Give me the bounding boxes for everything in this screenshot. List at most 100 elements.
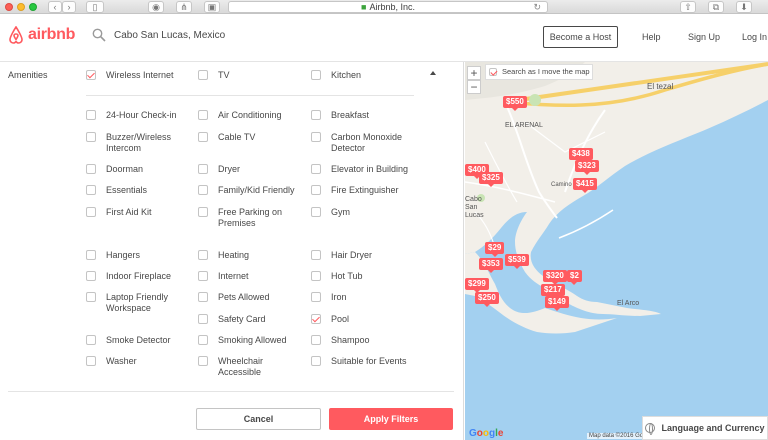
amenity-checkbox[interactable] [86, 292, 96, 302]
amenity-checkbox[interactable] [86, 110, 96, 120]
price-pin[interactable]: $415 [573, 178, 597, 193]
amenity-option[interactable]: Wheelchair Accessible [198, 356, 298, 378]
map-view[interactable]: + − Search as I move the map El tezal EL… [465, 62, 768, 440]
amenity-checkbox[interactable] [86, 335, 96, 345]
amenity-option[interactable]: Pets Allowed [198, 292, 298, 303]
price-pin[interactable]: $299 [465, 278, 489, 293]
amenity-checkbox[interactable] [198, 164, 208, 174]
price-pin[interactable]: $323 [575, 160, 599, 175]
collapse-caret-icon[interactable] [430, 71, 436, 75]
amenity-option[interactable]: Internet [198, 271, 298, 282]
amenity-option[interactable]: Elevator in Building [311, 164, 421, 175]
amenity-option[interactable]: Breakfast [311, 110, 421, 121]
amenity-checkbox[interactable] [86, 356, 96, 366]
amenity-option[interactable]: Kitchen [311, 70, 421, 81]
amenity-checkbox[interactable] [198, 185, 208, 195]
amenity-option[interactable]: Indoor Fireplace [86, 271, 186, 282]
price-pin[interactable]: $250 [475, 292, 499, 307]
amenity-checkbox[interactable] [311, 207, 321, 217]
share-icon[interactable]: ⇧ [680, 1, 696, 13]
login-link[interactable]: Log In [742, 32, 767, 42]
amenity-checkbox[interactable] [86, 185, 96, 195]
amenity-checkbox[interactable] [198, 132, 208, 142]
amenity-option[interactable]: Gym [311, 207, 421, 218]
amenity-option[interactable]: Hot Tub [311, 271, 421, 282]
amenity-option[interactable]: Hangers [86, 250, 186, 261]
price-pin[interactable]: $2 [567, 270, 582, 285]
amenity-option[interactable]: Fire Extinguisher [311, 185, 421, 196]
language-currency-button[interactable]: Language and Currency [642, 416, 768, 440]
amenity-option[interactable]: Wireless Internet [86, 70, 196, 81]
amenity-checkbox[interactable] [311, 250, 321, 260]
amenity-checkbox[interactable] [198, 271, 208, 281]
pinterest-icon[interactable]: ◉ [148, 1, 164, 13]
sidebar-icon[interactable]: ▯ [86, 1, 104, 13]
back-icon[interactable]: ‹ [48, 1, 62, 13]
amenity-option[interactable]: Smoke Detector [86, 335, 186, 346]
search-input[interactable]: Cabo San Lucas, Mexico [114, 30, 225, 41]
amenity-option[interactable]: Pool [311, 314, 421, 325]
amenity-option[interactable]: Essentials [86, 185, 186, 196]
amenity-option[interactable]: Hair Dryer [311, 250, 421, 261]
amenity-option[interactable]: Dryer [198, 164, 298, 175]
extension-icon[interactable]: ⋔ [176, 1, 192, 13]
amenity-option[interactable]: Family/Kid Friendly [198, 185, 298, 196]
reload-icon[interactable]: ↻ [533, 2, 541, 12]
price-pin[interactable]: $353 [479, 258, 503, 273]
price-pin[interactable]: $539 [505, 254, 529, 269]
amenity-option[interactable]: Buzzer/Wireless Intercom [86, 132, 186, 154]
amenity-option[interactable]: Smoking Allowed [198, 335, 298, 346]
amenity-option[interactable]: Air Conditioning [198, 110, 298, 121]
amenity-option[interactable]: Shampoo [311, 335, 421, 346]
amenity-checkbox[interactable] [311, 356, 321, 366]
forward-icon[interactable]: › [62, 1, 76, 13]
zoom-in-button[interactable]: + [467, 66, 481, 80]
signup-link[interactable]: Sign Up [688, 32, 720, 42]
amenity-checkbox[interactable] [86, 207, 96, 217]
amenity-checkbox[interactable] [198, 207, 208, 217]
search-as-move-toggle[interactable]: Search as I move the map [485, 64, 593, 80]
amenity-option[interactable]: Suitable for Events [311, 356, 421, 367]
location-search[interactable]: Cabo San Lucas, Mexico [92, 28, 225, 42]
amenity-checkbox[interactable] [311, 335, 321, 345]
google-logo[interactable]: Google [469, 428, 503, 439]
downloads-icon[interactable]: ⬇ [736, 1, 752, 13]
apply-filters-button[interactable]: Apply Filters [329, 408, 453, 430]
amenity-checkbox[interactable] [86, 132, 96, 142]
help-link[interactable]: Help [642, 32, 661, 42]
amenity-option[interactable]: Washer [86, 356, 186, 367]
price-pin[interactable]: $149 [545, 296, 569, 311]
amenity-checkbox[interactable] [311, 292, 321, 302]
price-pin[interactable]: $438 [569, 148, 593, 163]
zoom-out-button[interactable]: − [467, 80, 481, 94]
price-pin[interactable]: $29 [485, 242, 505, 257]
amenity-checkbox[interactable] [198, 314, 208, 324]
price-pin[interactable]: $550 [503, 96, 527, 111]
price-pin[interactable]: $325 [479, 172, 503, 187]
price-pin[interactable]: $217 [541, 284, 565, 299]
amenity-checkbox[interactable] [311, 70, 321, 80]
close-window-button[interactable] [5, 3, 13, 11]
amenity-checkbox[interactable] [198, 335, 208, 345]
amenity-checkbox[interactable] [198, 250, 208, 260]
amenity-checkbox[interactable] [86, 271, 96, 281]
search-as-move-checkbox[interactable] [489, 68, 497, 76]
amenity-checkbox[interactable] [198, 70, 208, 80]
amenity-checkbox[interactable] [86, 250, 96, 260]
amenity-option[interactable]: Laptop Friendly Workspace [86, 292, 186, 314]
amenity-checkbox[interactable] [198, 356, 208, 366]
amenity-checkbox[interactable] [86, 70, 96, 80]
become-host-button[interactable]: Become a Host [543, 26, 618, 48]
minimize-window-button[interactable] [17, 3, 25, 11]
amenity-option[interactable]: Doorman [86, 164, 186, 175]
amenity-checkbox[interactable] [311, 110, 321, 120]
amenity-checkbox[interactable] [311, 271, 321, 281]
zoom-window-button[interactable] [29, 3, 37, 11]
amenity-checkbox[interactable] [311, 314, 321, 324]
amenity-checkbox[interactable] [311, 132, 321, 142]
amenity-option[interactable]: Carbon Monoxide Detector [311, 132, 421, 154]
cancel-button[interactable]: Cancel [196, 408, 321, 430]
airbnb-logo[interactable]: airbnb [8, 26, 75, 44]
amenity-checkbox[interactable] [198, 110, 208, 120]
amenity-option[interactable]: Iron [311, 292, 421, 303]
